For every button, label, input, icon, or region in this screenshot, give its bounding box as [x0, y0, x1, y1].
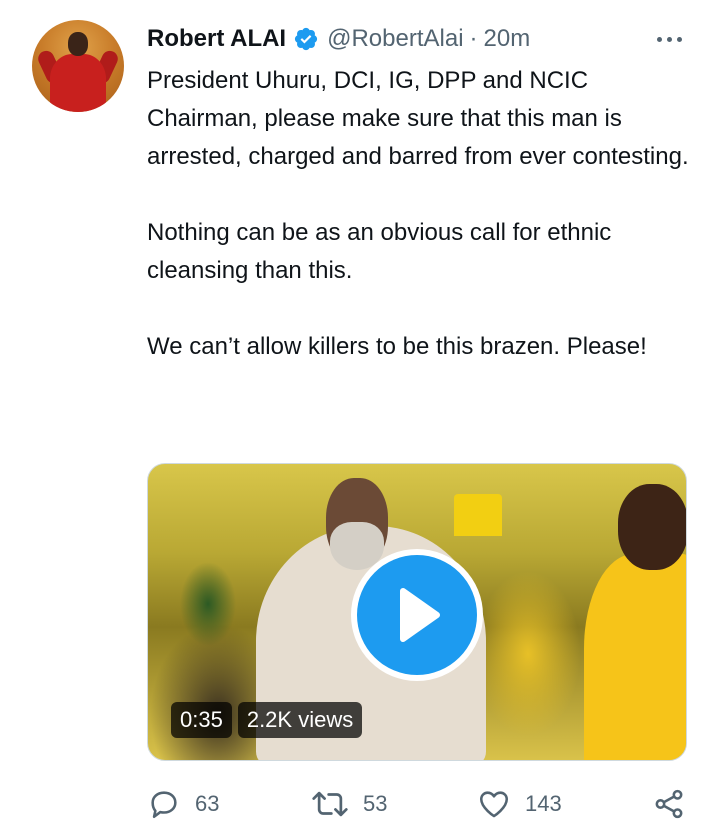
tweet-text: President Uhuru, DCI, IG, DPP and NCIC C… — [147, 62, 697, 366]
video-person-right-head — [618, 484, 686, 570]
avatar-figure-body — [50, 54, 106, 112]
like-button[interactable]: 143 — [477, 784, 562, 824]
share-icon — [652, 787, 686, 821]
retweet-count: 53 — [363, 791, 388, 816]
reply-count: 63 — [195, 791, 220, 816]
tweet-header: Robert ALAI @RobertAlai · 20m — [147, 24, 530, 54]
more-dot — [656, 36, 662, 42]
tweet-timestamp[interactable]: 20m — [484, 25, 531, 53]
reply-icon — [147, 787, 181, 821]
retweet-icon — [311, 787, 349, 821]
tweet-paragraph: We can’t allow killers to be this brazen… — [147, 333, 647, 360]
author-avatar[interactable] — [32, 20, 124, 112]
video-duration-badge: 0:35 — [171, 702, 232, 738]
header-separator: · — [469, 25, 478, 52]
share-button[interactable] — [652, 784, 686, 824]
video-info-badges: 0:35 2.2K views — [171, 702, 363, 738]
more-options-icon[interactable] — [652, 28, 686, 50]
author-handle[interactable]: @RobertAlai — [327, 25, 463, 53]
play-button[interactable] — [351, 549, 483, 681]
heart-icon — [477, 787, 511, 821]
tweet-paragraph: Nothing can be as an obvious call for et… — [147, 219, 612, 284]
verified-badge-icon — [293, 26, 319, 52]
avatar-figure-head — [68, 32, 88, 56]
retweet-button[interactable]: 53 — [311, 784, 387, 824]
more-dot — [666, 36, 672, 42]
video-views-badge: 2.2K views — [237, 702, 363, 738]
tweet-paragraph: President Uhuru, DCI, IG, DPP and NCIC C… — [147, 67, 689, 170]
author-name[interactable]: Robert ALAI — [147, 25, 286, 53]
like-count: 143 — [525, 791, 562, 816]
tweet-actions-bar: 63 53 143 — [147, 784, 692, 824]
video-yellow-hat — [454, 494, 502, 536]
more-dot — [676, 36, 682, 42]
reply-button[interactable]: 63 — [147, 784, 219, 824]
play-icon — [357, 555, 477, 675]
video-person-right — [584, 554, 686, 760]
